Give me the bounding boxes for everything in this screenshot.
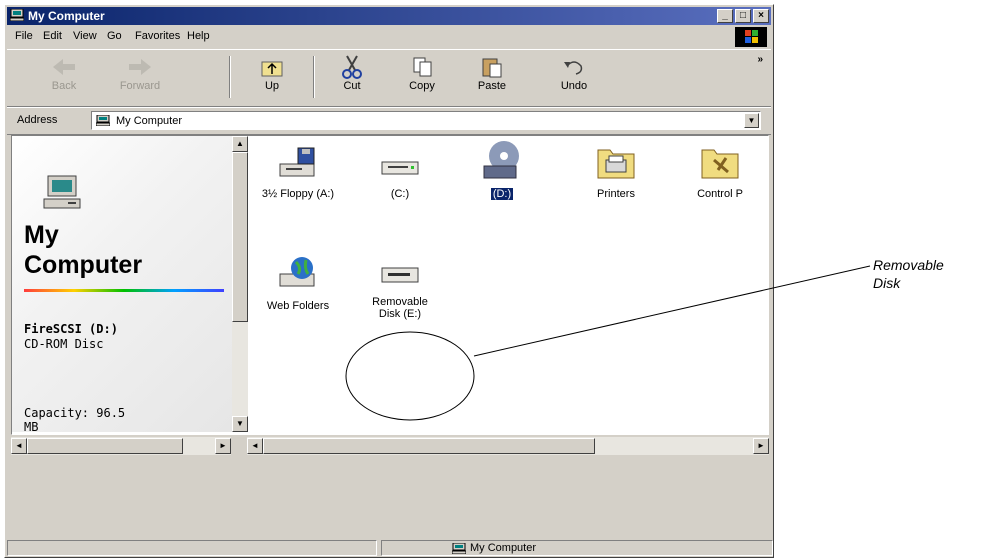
callout-line — [473, 265, 871, 357]
callout-line2: Disk — [873, 275, 901, 291]
callout-overlay — [345, 265, 871, 421]
removable-disk-callout: Removable Disk — [873, 256, 944, 292]
callout-line1: Removable — [873, 257, 944, 273]
callout-circle — [345, 331, 475, 421]
